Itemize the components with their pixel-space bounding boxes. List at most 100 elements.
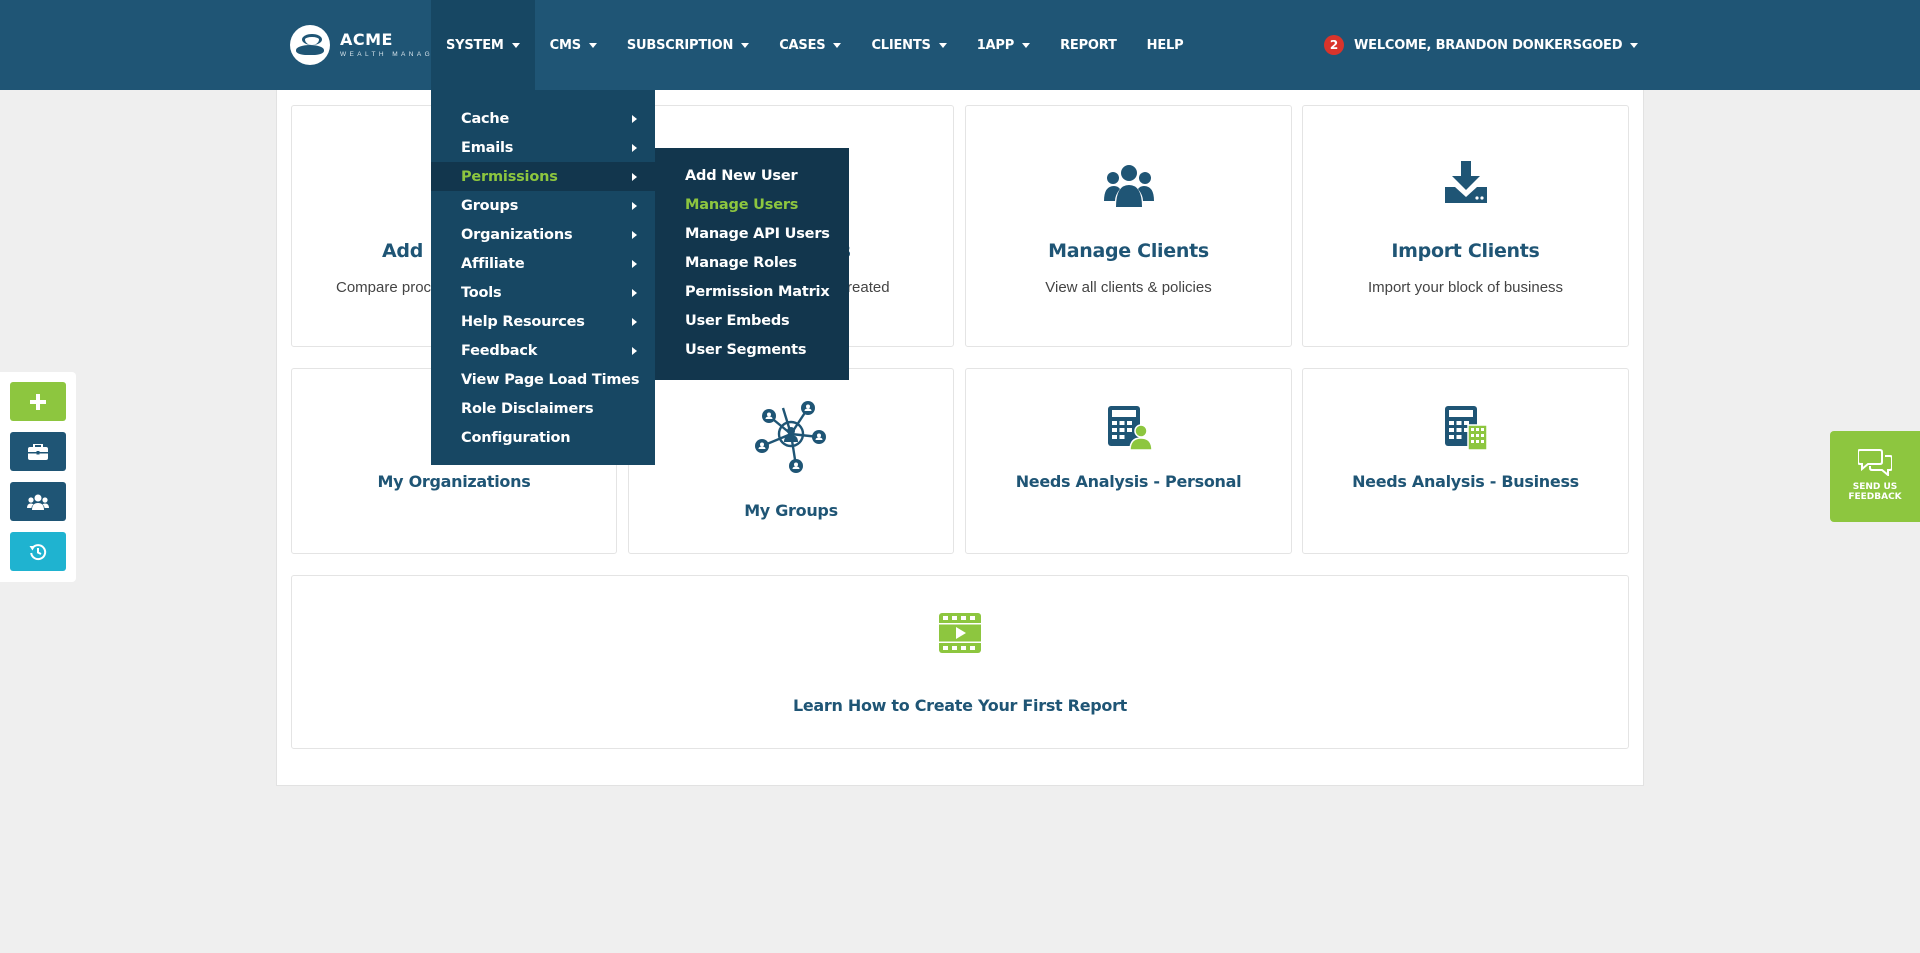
menu-item-tools[interactable]: Tools xyxy=(431,278,655,307)
submenu-item-user-embeds[interactable]: User Embeds xyxy=(655,306,849,335)
quick-history-button[interactable] xyxy=(10,532,66,571)
nav-clients[interactable]: CLIENTS xyxy=(856,0,961,90)
chevron-right-icon xyxy=(632,288,637,297)
chevron-down-icon xyxy=(588,42,597,48)
submenu-item-permission-matrix[interactable]: Permission Matrix xyxy=(655,277,849,306)
submenu-item-label: Manage Roles xyxy=(685,254,797,271)
menu-item-label: Feedback xyxy=(461,342,538,359)
nav-label: CMS xyxy=(549,37,581,53)
menu-item-groups[interactable]: Groups xyxy=(431,191,655,220)
submenu-item-label: Add New User xyxy=(685,167,798,184)
nav-system[interactable]: SYSTEM xyxy=(431,0,535,90)
top-navbar: ACME WEALTH MANAGEMENT SYSTEM CMS SUBSCR… xyxy=(0,0,1920,90)
chevron-right-icon xyxy=(632,143,637,152)
feedback-label-line2: FEEDBACK xyxy=(1848,492,1902,502)
quick-cases-button[interactable] xyxy=(10,432,66,471)
menu-item-label: Configuration xyxy=(461,429,571,446)
chevron-down-icon xyxy=(938,42,947,48)
nav-label: REPORT xyxy=(1060,37,1117,53)
nav-label: HELP xyxy=(1146,37,1184,53)
card-needs-analysis-business[interactable]: Needs Analysis - Business xyxy=(1302,368,1629,554)
menu-item-role-disclaimers[interactable]: Role Disclaimers xyxy=(431,394,655,423)
menu-item-affiliate[interactable]: Affiliate xyxy=(431,249,655,278)
menu-item-label: Tools xyxy=(461,284,502,301)
submenu-item-label: Permission Matrix xyxy=(685,283,830,300)
submenu-item-label: Manage API Users xyxy=(685,225,830,242)
card-title: Needs Analysis - Personal xyxy=(1015,472,1242,491)
card-title: My Groups xyxy=(744,501,838,520)
chevron-right-icon xyxy=(632,259,637,268)
notification-badge[interactable]: 2 xyxy=(1324,35,1344,55)
nav-cms[interactable]: CMS xyxy=(535,0,612,90)
card-import-clients[interactable]: Import Clients Import your block of busi… xyxy=(1302,105,1629,347)
chevron-right-icon xyxy=(632,346,637,355)
card-manage-clients[interactable]: Manage Clients View all clients & polici… xyxy=(965,105,1292,347)
nav-subscription[interactable]: SUBSCRIPTION xyxy=(612,0,764,90)
menu-item-label: View Page Load Times xyxy=(461,371,640,388)
chevron-down-icon xyxy=(1022,42,1031,48)
users-group-icon xyxy=(966,163,1291,209)
menu-item-permissions[interactable]: Permissions xyxy=(431,162,655,191)
nav-1app[interactable]: 1APP xyxy=(962,0,1045,90)
card-title: Needs Analysis - Business xyxy=(1352,472,1579,491)
quick-clients-button[interactable] xyxy=(10,482,66,521)
chevron-right-icon xyxy=(632,172,637,181)
card-desc: View all clients & policies xyxy=(1045,279,1212,296)
chevron-right-icon xyxy=(632,230,637,239)
menu-item-label: Permissions xyxy=(461,168,558,185)
menu-item-emails[interactable]: Emails xyxy=(431,133,655,162)
chevron-right-icon xyxy=(632,201,637,210)
card-title: Learn How to Create Your First Report xyxy=(792,696,1128,715)
submenu-item-user-segments[interactable]: User Segments xyxy=(655,335,849,364)
nav-cases[interactable]: CASES xyxy=(764,0,856,90)
menu-item-label: Help Resources xyxy=(461,313,585,330)
send-feedback-tab[interactable]: SEND US FEEDBACK xyxy=(1830,431,1920,522)
submenu-item-add-new-user[interactable]: Add New User xyxy=(655,161,849,190)
submenu-item-label: Manage Users xyxy=(685,196,799,213)
submenu-item-label: User Segments xyxy=(685,341,807,358)
menu-item-label: Groups xyxy=(461,197,519,214)
submenu-item-manage-users[interactable]: Manage Users xyxy=(655,190,849,219)
card-needs-analysis-personal[interactable]: Needs Analysis - Personal xyxy=(965,368,1292,554)
menu-item-label: Role Disclaimers xyxy=(461,400,594,417)
menu-item-help-resources[interactable]: Help Resources xyxy=(431,307,655,336)
quick-add-button[interactable] xyxy=(10,382,66,421)
menu-item-feedback[interactable]: Feedback xyxy=(431,336,655,365)
menu-item-organizations[interactable]: Organizations xyxy=(431,220,655,249)
welcome-text: WELCOME, BRANDON DONKERSGOED xyxy=(1354,37,1623,53)
menu-item-label: Organizations xyxy=(461,226,573,243)
menu-item-label: Emails xyxy=(461,139,514,156)
nav-label: SUBSCRIPTION xyxy=(626,37,734,53)
users-icon xyxy=(27,494,49,510)
card-title: Manage Clients xyxy=(1048,240,1209,262)
plus-icon xyxy=(30,393,46,410)
card-learn-report[interactable]: Learn How to Create Your First Report xyxy=(291,575,1629,749)
menu-item-label: Cache xyxy=(461,110,510,127)
chat-bubbles-icon xyxy=(1858,449,1892,476)
user-menu[interactable]: 2 WELCOME, BRANDON DONKERSGOED xyxy=(1324,0,1639,90)
menu-item-label: Affiliate xyxy=(461,255,525,272)
system-dropdown-menu: Cache Emails Permissions Groups Organiza… xyxy=(431,90,655,465)
menu-item-view-page-load-times[interactable]: View Page Load Times xyxy=(431,365,655,394)
chevron-down-icon xyxy=(1630,42,1639,48)
history-icon xyxy=(29,543,47,560)
submenu-item-label: User Embeds xyxy=(685,312,790,329)
download-tray-icon xyxy=(1303,161,1628,205)
nav-help[interactable]: HELP xyxy=(1132,0,1199,90)
menu-item-configuration[interactable]: Configuration xyxy=(431,423,655,452)
card-my-groups[interactable]: My Groups xyxy=(628,368,954,554)
main-nav: SYSTEM CMS SUBSCRIPTION CASES CLIENTS 1A… xyxy=(431,0,1198,90)
nav-label: CASES xyxy=(779,37,826,53)
network-people-icon xyxy=(629,398,953,478)
chevron-down-icon xyxy=(833,42,842,48)
submenu-item-manage-roles[interactable]: Manage Roles xyxy=(655,248,849,277)
submenu-item-manage-api-users[interactable]: Manage API Users xyxy=(655,219,849,248)
feedback-label-line1: SEND US xyxy=(1852,482,1898,492)
quick-action-bar xyxy=(0,372,76,582)
card-desc: Import your block of business xyxy=(1367,279,1564,296)
nav-report[interactable]: REPORT xyxy=(1045,0,1132,90)
chevron-right-icon xyxy=(632,114,637,123)
card-title: My Organizations xyxy=(377,472,531,491)
calculator-building-icon xyxy=(1303,406,1628,450)
menu-item-cache[interactable]: Cache xyxy=(431,104,655,133)
